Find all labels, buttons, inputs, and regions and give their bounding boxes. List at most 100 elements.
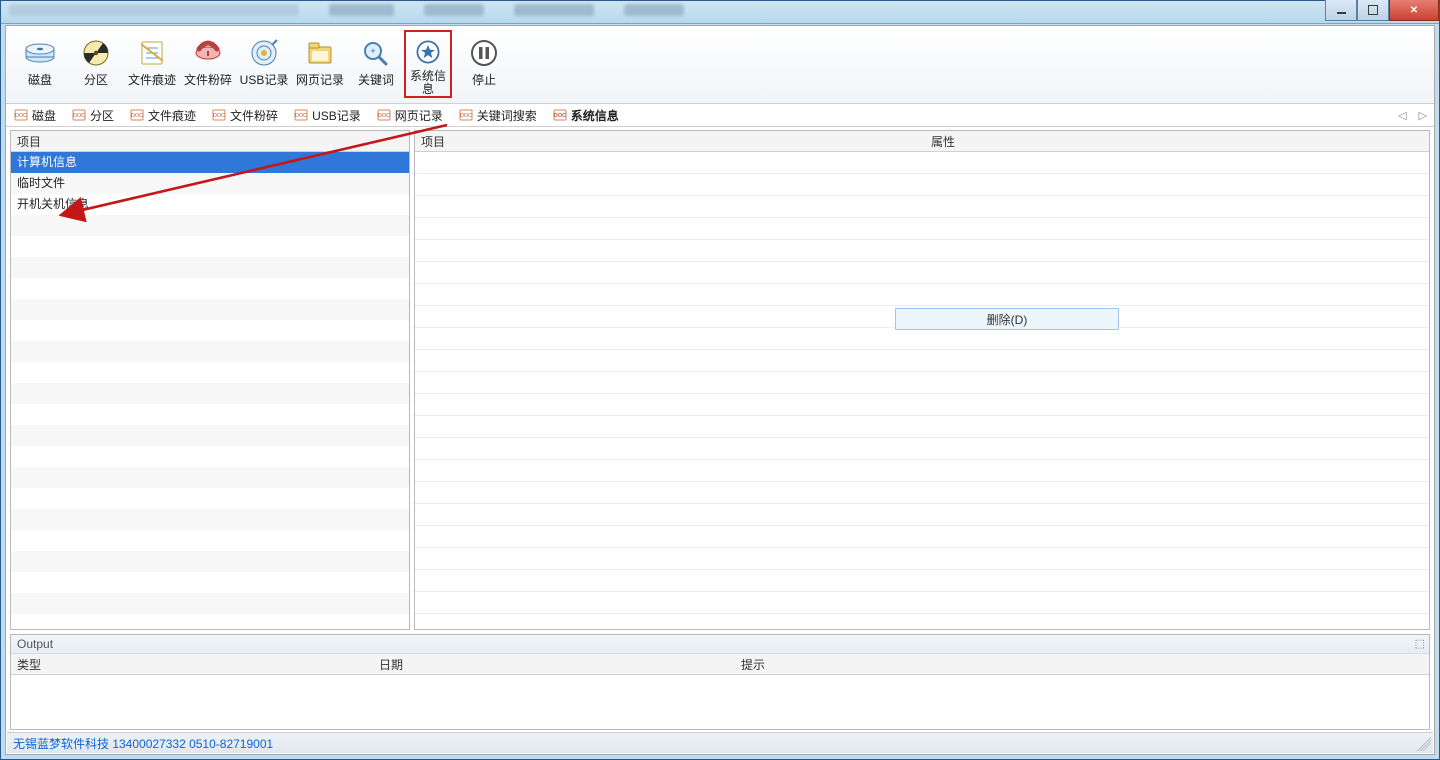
tab-scroll-left[interactable]: ◁ <box>1395 109 1409 122</box>
tab-doc-icon: DOC <box>377 109 391 121</box>
tool-label: 网页记录 <box>296 74 344 87</box>
list-item[interactable] <box>11 341 409 362</box>
table-row[interactable] <box>415 592 1429 614</box>
svg-text:DOC: DOC <box>554 113 566 119</box>
minimize-button[interactable] <box>1325 0 1357 21</box>
table-row[interactable] <box>415 372 1429 394</box>
tool-stop[interactable]: 停止 <box>456 30 512 98</box>
table-row[interactable] <box>415 328 1429 350</box>
tab-doc-icon: DOC <box>553 109 567 121</box>
maximize-button[interactable] <box>1357 0 1389 21</box>
left-item-computer-info[interactable]: 计算机信息 <box>11 152 409 173</box>
table-row[interactable] <box>415 218 1429 240</box>
tab-usb-record[interactable]: DOC USB记录 <box>286 104 369 126</box>
table-row[interactable] <box>415 240 1429 262</box>
tool-file-trace[interactable]: 文件痕迹 <box>124 30 180 98</box>
table-row[interactable] <box>415 548 1429 570</box>
list-item[interactable] <box>11 572 409 593</box>
table-row[interactable] <box>415 614 1429 629</box>
output-rows[interactable] <box>11 675 1429 729</box>
table-row[interactable] <box>415 262 1429 284</box>
pin-icon[interactable]: ⬚ <box>1415 637 1425 650</box>
tab-disk[interactable]: DOC 磁盘 <box>6 104 64 126</box>
list-item[interactable] <box>11 404 409 425</box>
list-item[interactable] <box>11 551 409 572</box>
tab-file-trace[interactable]: DOC 文件痕迹 <box>122 104 204 126</box>
table-row[interactable] <box>415 152 1429 174</box>
table-row[interactable] <box>415 196 1429 218</box>
table-row[interactable] <box>415 482 1429 504</box>
table-row[interactable] <box>415 526 1429 548</box>
left-item-power-info[interactable]: 开机关机信息 <box>11 194 409 215</box>
output-title: Output ⬚ <box>11 635 1429 654</box>
output-header: 类型 日期 提示 <box>11 654 1429 675</box>
right-panel-rows[interactable]: 删除(D) <box>415 152 1429 629</box>
table-row[interactable] <box>415 174 1429 196</box>
tab-web-record[interactable]: DOC 网页记录 <box>369 104 451 126</box>
stop-icon <box>467 36 501 70</box>
right-header-attr: 属性 <box>931 133 1430 150</box>
tool-label: 文件粉碎 <box>184 74 232 87</box>
list-item[interactable] <box>11 299 409 320</box>
tab-file-shred[interactable]: DOC 文件粉碎 <box>204 104 286 126</box>
list-item[interactable] <box>11 320 409 341</box>
list-item[interactable] <box>11 488 409 509</box>
tool-file-shred[interactable]: 文件粉碎 <box>180 30 236 98</box>
tool-usb-record[interactable]: USB记录 <box>236 30 292 98</box>
usb-record-icon <box>247 36 281 70</box>
tool-label: USB记录 <box>240 74 289 87</box>
table-row[interactable] <box>415 438 1429 460</box>
tab-doc-icon: DOC <box>212 109 226 121</box>
system-info-icon <box>411 38 445 66</box>
tool-partition[interactable]: 分区 <box>68 30 124 98</box>
tool-disk[interactable]: 磁盘 <box>12 30 68 98</box>
status-link[interactable]: 无锡蓝梦软件科技 13400027332 0510-82719001 <box>13 735 273 752</box>
left-item-temp-files[interactable]: 临时文件 <box>11 173 409 194</box>
tab-scroll-right[interactable]: ▷ <box>1416 109 1430 122</box>
keyword-icon: + <box>359 36 393 70</box>
table-row[interactable] <box>415 350 1429 372</box>
tool-system-info[interactable]: 系统信息 <box>404 30 452 98</box>
tool-label: 系统信息 <box>406 70 450 96</box>
left-panel: 项目 计算机信息 临时文件 开机关机信息 <box>10 130 410 630</box>
delete-context-button[interactable]: 删除(D) <box>895 308 1119 330</box>
list-item[interactable] <box>11 425 409 446</box>
svg-text:DOC: DOC <box>378 113 390 119</box>
tab-system-info[interactable]: DOC 系统信息 <box>545 104 627 126</box>
output-col-date: 日期 <box>373 656 735 673</box>
table-row[interactable] <box>415 416 1429 438</box>
tool-keyword[interactable]: + 关键词 <box>348 30 404 98</box>
list-item[interactable] <box>11 509 409 530</box>
list-item[interactable] <box>11 593 409 614</box>
list-item[interactable] <box>11 383 409 404</box>
status-bar: 无锡蓝梦软件科技 13400027332 0510-82719001 <box>7 732 1433 753</box>
left-panel-rows[interactable]: 计算机信息 临时文件 开机关机信息 <box>11 152 409 629</box>
tab-partition[interactable]: DOC 分区 <box>64 104 122 126</box>
tab-keyword-search[interactable]: DOC 关键词搜索 <box>451 104 545 126</box>
list-item[interactable] <box>11 278 409 299</box>
app-window: ✕ 磁盘 分区 文件 <box>0 0 1440 760</box>
table-row[interactable] <box>415 284 1429 306</box>
list-item[interactable] <box>11 236 409 257</box>
left-panel-header: 项目 <box>11 131 409 152</box>
list-item[interactable] <box>11 257 409 278</box>
svg-text:DOC: DOC <box>460 113 472 119</box>
tool-web-record[interactable]: 网页记录 <box>292 30 348 98</box>
resize-grip-icon[interactable] <box>1417 737 1431 751</box>
right-panel: 项目 属性 <box>414 130 1430 630</box>
tab-doc-icon: DOC <box>294 109 308 121</box>
list-item[interactable] <box>11 530 409 551</box>
table-row[interactable] <box>415 504 1429 526</box>
output-title-label: Output <box>17 637 53 651</box>
close-button[interactable]: ✕ <box>1389 0 1439 21</box>
list-item[interactable] <box>11 215 409 236</box>
list-item[interactable] <box>11 362 409 383</box>
table-row[interactable] <box>415 394 1429 416</box>
tab-doc-icon: DOC <box>130 109 144 121</box>
list-item[interactable] <box>11 467 409 488</box>
tool-label: 分区 <box>84 74 108 87</box>
list-item[interactable] <box>11 446 409 467</box>
table-row[interactable] <box>415 460 1429 482</box>
table-row[interactable] <box>415 570 1429 592</box>
output-pane: Output ⬚ 类型 日期 提示 <box>10 634 1430 730</box>
